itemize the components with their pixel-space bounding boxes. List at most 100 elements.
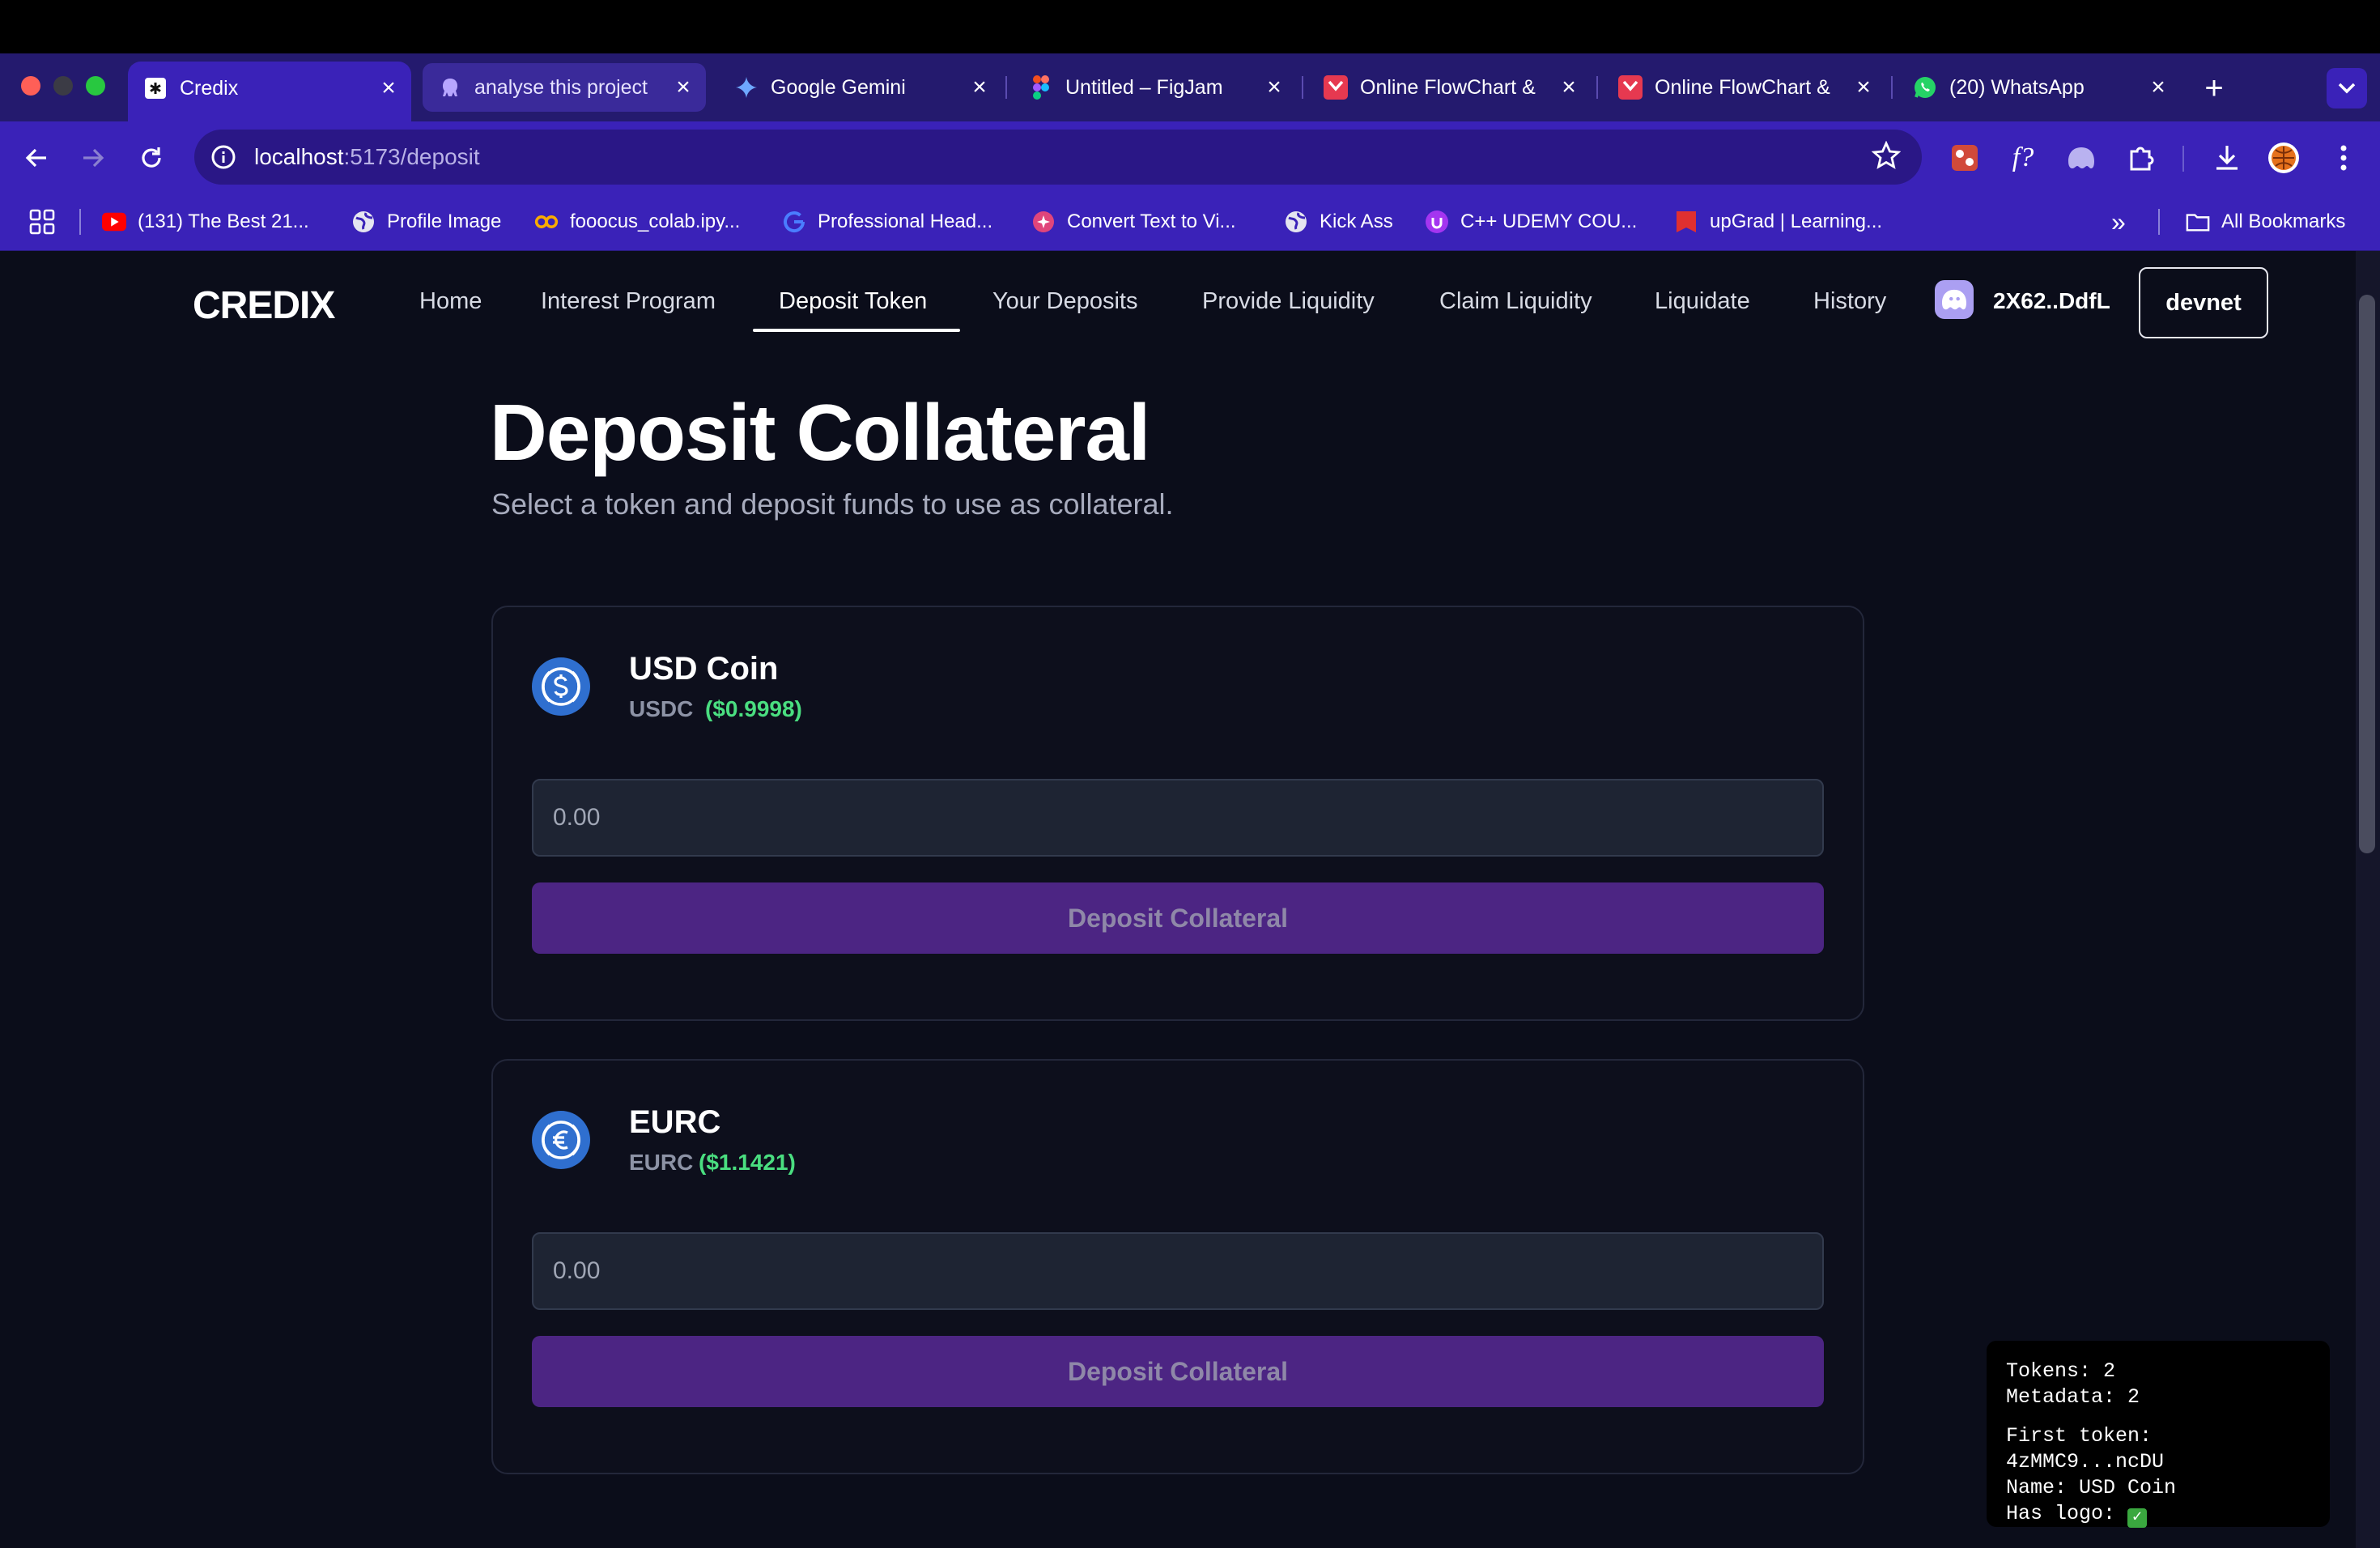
- chevron-down-icon: [2338, 83, 2356, 94]
- close-window-button[interactable]: [21, 76, 40, 96]
- tab-title: Online FlowChart &: [1360, 75, 1536, 99]
- amount-input[interactable]: [532, 779, 1824, 857]
- bookmark-cpp-udemy[interactable]: C++ UDEMY COU...: [1425, 206, 1637, 238]
- back-arrow-icon: [25, 148, 46, 168]
- close-tab-icon[interactable]: ×: [1258, 71, 1290, 104]
- globe-icon: [351, 210, 376, 234]
- bookmark-fooocus[interactable]: fooocus_colab.ipy...: [534, 206, 740, 238]
- wallet-address[interactable]: 2X62..DdfL: [1993, 288, 2110, 314]
- nav-liquidate[interactable]: Liquidate: [1655, 288, 1750, 315]
- brand-logo[interactable]: CREDIX: [193, 283, 335, 328]
- extension-phantom-icon[interactable]: [2063, 139, 2100, 176]
- tab-flowchart-1[interactable]: Online FlowChart & ×: [1308, 63, 1592, 112]
- nav-deposit-token[interactable]: Deposit Token: [779, 288, 927, 315]
- tab-figjam[interactable]: Untitled – FigJam ×: [1014, 63, 1297, 112]
- bookmarks-divider: [79, 209, 81, 235]
- all-bookmarks-button[interactable]: All Bookmarks: [2186, 206, 2345, 238]
- close-tab-icon[interactable]: ×: [963, 71, 996, 104]
- tab-analyse[interactable]: analyse this project ×: [423, 63, 706, 112]
- site-info-icon[interactable]: [207, 141, 240, 173]
- nav-provide-liquidity[interactable]: Provide Liquidity: [1202, 288, 1375, 315]
- check-mark-icon: ✓: [2127, 1508, 2148, 1528]
- deposit-collateral-button[interactable]: Deposit Collateral: [532, 882, 1824, 954]
- bookmark-profile-image[interactable]: Profile Image: [351, 206, 501, 238]
- amount-input[interactable]: [532, 1232, 1824, 1310]
- extensions-puzzle-icon[interactable]: [2123, 139, 2160, 176]
- network-button[interactable]: devnet: [2139, 267, 2268, 338]
- nav-claim-liquidity[interactable]: Claim Liquidity: [1439, 288, 1592, 315]
- downloads-icon[interactable]: [2208, 139, 2246, 176]
- reload-button[interactable]: [131, 138, 172, 178]
- extension-puzzle-game-icon[interactable]: [1946, 139, 1983, 176]
- debug-first-token: First token: 4zMMC9...ncDU: [2006, 1424, 2165, 1474]
- bookmark-label: Profile Image: [387, 211, 502, 232]
- youtube-icon: [102, 210, 126, 234]
- token-symbol: USDC: [629, 696, 694, 721]
- close-tab-icon[interactable]: ×: [372, 72, 405, 104]
- nav-interest-program[interactable]: Interest Program: [541, 288, 716, 315]
- bookmark-kick-ass[interactable]: Kick Ass: [1284, 206, 1393, 238]
- flowchart-icon: [1323, 74, 1349, 100]
- bookmark-star-icon[interactable]: [1871, 140, 1902, 174]
- address-bar[interactable]: localhost:5173/deposit: [194, 130, 1922, 185]
- tab-gemini[interactable]: Google Gemini ×: [719, 63, 1002, 112]
- tab-title: (20) WhatsApp: [1949, 75, 2085, 99]
- browser-menu-icon[interactable]: [2325, 139, 2362, 176]
- bookmark-professional-head[interactable]: Professional Head...: [782, 206, 992, 238]
- debug-name: Name: USD Coin: [2006, 1476, 2177, 1499]
- udemy-icon: [1425, 210, 1449, 234]
- forward-button[interactable]: [73, 138, 113, 178]
- forward-arrow-icon: [83, 148, 104, 168]
- bookmark-label: upGrad | Learning...: [1710, 211, 1883, 232]
- sparkle-icon: [1031, 210, 1056, 234]
- active-nav-underline: [753, 329, 960, 332]
- new-tab-button[interactable]: +: [2194, 68, 2234, 108]
- token-price: ($0.9998): [705, 696, 802, 721]
- close-tab-icon[interactable]: ×: [2142, 71, 2174, 104]
- globe-icon: [1284, 210, 1308, 234]
- extension-formula-icon[interactable]: f?: [2004, 139, 2042, 176]
- tab-search-button[interactable]: [2327, 68, 2367, 108]
- tab-separator: [1596, 76, 1598, 99]
- all-bookmarks-label: All Bookmarks: [2221, 211, 2346, 232]
- tab-title: analyse this project: [474, 75, 648, 99]
- bookmark-convert-text[interactable]: Convert Text to Vi...: [1031, 206, 1236, 238]
- deposit-collateral-button[interactable]: Deposit Collateral: [532, 1336, 1824, 1407]
- minimize-window-button[interactable]: [53, 76, 73, 96]
- back-button[interactable]: [16, 138, 57, 178]
- figma-icon: [1028, 74, 1054, 100]
- tab-flowchart-2[interactable]: Online FlowChart & ×: [1603, 63, 1886, 112]
- close-tab-icon[interactable]: ×: [667, 71, 699, 104]
- bookmark-upgrad[interactable]: upGrad | Learning...: [1674, 206, 1882, 238]
- upgrad-icon: [1674, 210, 1698, 234]
- nav-home[interactable]: Home: [419, 288, 482, 315]
- tab-credix[interactable]: Credix ×: [128, 62, 411, 121]
- phantom-wallet-icon[interactable]: [1935, 280, 1974, 319]
- apps-grid-icon[interactable]: [29, 206, 55, 238]
- bookmark-youtube[interactable]: (131) The Best 21...: [102, 206, 309, 238]
- google-icon: [782, 210, 806, 234]
- token-card-usdc: USD Coin USDC ($0.9998) Deposit Collater…: [491, 606, 1864, 1021]
- tab-whatsapp[interactable]: (20) WhatsApp ×: [1898, 63, 2181, 112]
- nav-your-deposits[interactable]: Your Deposits: [992, 288, 1137, 315]
- debug-tokens: Tokens: 2: [2006, 1359, 2116, 1383]
- page-subtitle: Select a token and deposit funds to use …: [491, 487, 1174, 521]
- token-name: USD Coin: [629, 651, 779, 687]
- dollar-coin-icon: [532, 657, 590, 716]
- bookmark-label: Professional Head...: [818, 211, 993, 232]
- token-symbol: EURC: [629, 1150, 694, 1175]
- close-tab-icon[interactable]: ×: [1847, 71, 1880, 104]
- euro-coin-icon: [532, 1111, 590, 1169]
- url-text: localhost:5173/deposit: [254, 144, 480, 170]
- maximize-window-button[interactable]: [86, 76, 105, 96]
- page-title: Deposit Collateral: [490, 388, 1150, 477]
- debug-gap: [2006, 1410, 2310, 1423]
- tab-title: Online FlowChart &: [1655, 75, 1830, 99]
- close-tab-icon[interactable]: ×: [1553, 71, 1585, 104]
- scrollbar-thumb[interactable]: [2359, 295, 2375, 853]
- asterisk-icon: [142, 75, 168, 101]
- bookmarks-overflow-button[interactable]: »: [2111, 206, 2126, 238]
- profile-avatar[interactable]: [2265, 139, 2302, 176]
- nav-history[interactable]: History: [1813, 288, 1886, 315]
- double-chevron-icon: »: [2111, 206, 2126, 236]
